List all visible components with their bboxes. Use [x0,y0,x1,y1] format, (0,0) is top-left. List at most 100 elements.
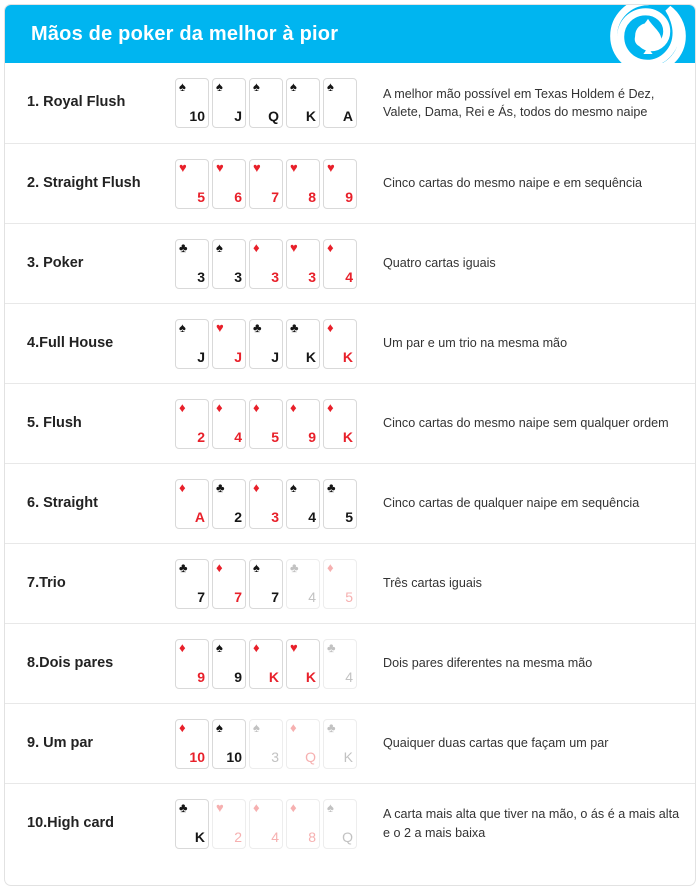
diamond-suit-icon: ♦ [216,559,223,575]
hand-description: A melhor mão possível em Texas Holdem é … [383,86,655,119]
card-group: ♦ A ♣ 2 ♦ 3 ♠ 4 ♣ 5 [175,478,375,529]
heart-suit-icon: ♥ [216,159,224,175]
spade-suit-icon: ♠ [290,479,297,495]
poker-hand-ranking-chart: Mãos de poker da melhor à pior 1. Royal … [4,4,696,886]
playing-card: ♦ 4 [212,398,246,449]
playing-card: ♣ K [286,318,320,369]
playing-card: ♠ J [175,318,209,369]
card-rank: 8 [308,188,316,205]
playing-card: ♥ K [286,638,320,689]
card-rank: 9 [234,668,242,685]
playing-card: ♦ 5 [323,558,357,609]
club-suit-icon: ♣ [253,319,262,335]
spade-suit-icon: ♠ [216,639,223,655]
card-rank: 8 [308,828,316,845]
card-rank: J [197,348,205,365]
playing-card: ♣ 2 [212,478,246,529]
heart-suit-icon: ♥ [327,159,335,175]
spade-suit-icon: ♠ [216,239,223,255]
playing-card: ♦ 2 [175,398,209,449]
card-rank: 7 [197,588,205,605]
card-rank: K [194,828,205,845]
card-group: ♣ 7 ♦ 7 ♠ 7 ♣ 4 ♦ 5 [175,558,375,609]
page-title: Mãos de poker da melhor à pior [31,22,339,45]
club-suit-icon: ♣ [179,559,188,575]
playing-card: ♠ 10 [175,78,209,128]
playing-card: ♦ K [249,638,283,689]
playing-card: ♦ 9 [286,398,320,449]
playing-card: ♦ 4 [249,798,283,849]
spade-suit-icon: ♠ [179,319,186,335]
diamond-suit-icon: ♦ [253,639,260,655]
playing-card: ♠ Q [323,798,357,849]
card-rank: A [194,508,205,525]
card-group: ♠ J ♥ J ♣ J ♣ K ♦ K [175,318,375,369]
hand-description: Cinco cartas do mesmo naipe e em sequênc… [383,176,643,191]
card-rank: 10 [189,108,205,124]
playing-card: ♦ A [175,478,209,529]
spade-suit-icon: ♠ [179,79,186,94]
spade-suit-icon: ♠ [290,79,297,94]
spade-suit-icon: ♠ [216,79,223,94]
card-rank: 3 [271,268,279,285]
card-rank: 4 [345,268,353,285]
playing-card: ♥ J [212,318,246,369]
hand-rank-label: 2. Straight Flush [27,174,141,191]
playing-card: ♦ Q [286,718,320,769]
playing-card: ♦ 4 [323,238,357,289]
chart-header: Mãos de poker da melhor à pior [5,5,695,63]
card-rank: K [305,348,316,365]
card-rank: Q [305,748,316,765]
playing-card: ♠ Q [249,78,283,128]
hand-rank-label: 4.Full House [27,334,114,351]
table-row: 2. Straight Flush ♥ 5 ♥ 6 ♥ 7 ♥ 8 ♥ 9 Cinco cartas … [5,143,695,223]
hand-rank-label: 6. Straight [27,494,98,511]
spade-suit-icon: ♠ [253,79,260,94]
card-rank: 4 [308,588,316,605]
card-group: ♠ 10 ♠ J ♠ Q ♠ K ♠ A [175,78,375,128]
card-rank: K [342,428,353,445]
hand-rank-label: 9. Um par [27,734,94,751]
card-group: ♣ K ♥ 2 ♦ 4 ♦ 8 ♠ Q [175,798,375,849]
card-rank: 9 [308,428,316,445]
playing-card: ♦ K [323,398,357,449]
table-row: 10.High card ♣ K ♥ 2 ♦ 4 ♦ 8 ♠ Q A carta mais alta … [5,783,695,863]
club-suit-icon: ♣ [290,319,299,335]
diamond-suit-icon: ♦ [253,399,260,415]
table-row: 4.Full House ♠ J ♥ J ♣ J ♣ K ♦ K Um par e um trio n… [5,303,695,383]
hand-description: Três cartas iguais [383,576,482,591]
card-rank: 5 [197,188,205,205]
diamond-suit-icon: ♦ [179,639,186,655]
spade-suit-icon: ♠ [327,799,334,815]
card-rank: 10 [189,748,205,765]
heart-suit-icon: ♥ [290,639,298,655]
hand-rank-label: 5. Flush [27,414,82,431]
playing-card: ♣ 4 [323,638,357,689]
card-rank: K [305,108,316,124]
card-group: ♥ 5 ♥ 6 ♥ 7 ♥ 8 ♥ 9 [175,158,375,209]
hand-description: Quatro cartas iguais [383,256,496,271]
hand-description: Cinco cartas do mesmo naipe sem qualquer… [383,416,669,431]
playing-card: ♣ 4 [286,558,320,609]
hand-description: Cinco cartas de qualquer naipe em sequên… [383,496,640,511]
card-rank: K [342,348,353,365]
playing-card: ♠ 7 [249,558,283,609]
table-row: 9. Um par ♦ 10 ♠ 10 ♠ 3 ♦ Q ♣ K Quaiquer duas carta… [5,703,695,783]
heart-suit-icon: ♥ [179,159,187,175]
spade-suit-icon: ♠ [327,79,334,94]
heart-suit-icon: ♥ [216,319,224,335]
card-group: ♦ 10 ♠ 10 ♠ 3 ♦ Q ♣ K [175,718,375,769]
hand-rank-label: 7.Trio [27,574,66,591]
heart-suit-icon: ♥ [290,239,298,255]
playing-card: ♦ 3 [249,478,283,529]
card-rank: 6 [234,188,242,205]
table-row: 7.Trio ♣ 7 ♦ 7 ♠ 7 ♣ 4 ♦ 5 Três cartas iguais [5,543,695,623]
playing-card: ♠ K [286,78,320,128]
diamond-suit-icon: ♦ [179,719,186,735]
hand-description: A carta mais alta que tiver na mão, o ás… [383,807,680,840]
playing-card: ♠ 3 [212,238,246,289]
club-suit-icon: ♣ [327,639,336,655]
card-rank: 9 [197,668,205,685]
card-rank: 7 [271,188,279,205]
card-rank: 5 [271,428,279,445]
